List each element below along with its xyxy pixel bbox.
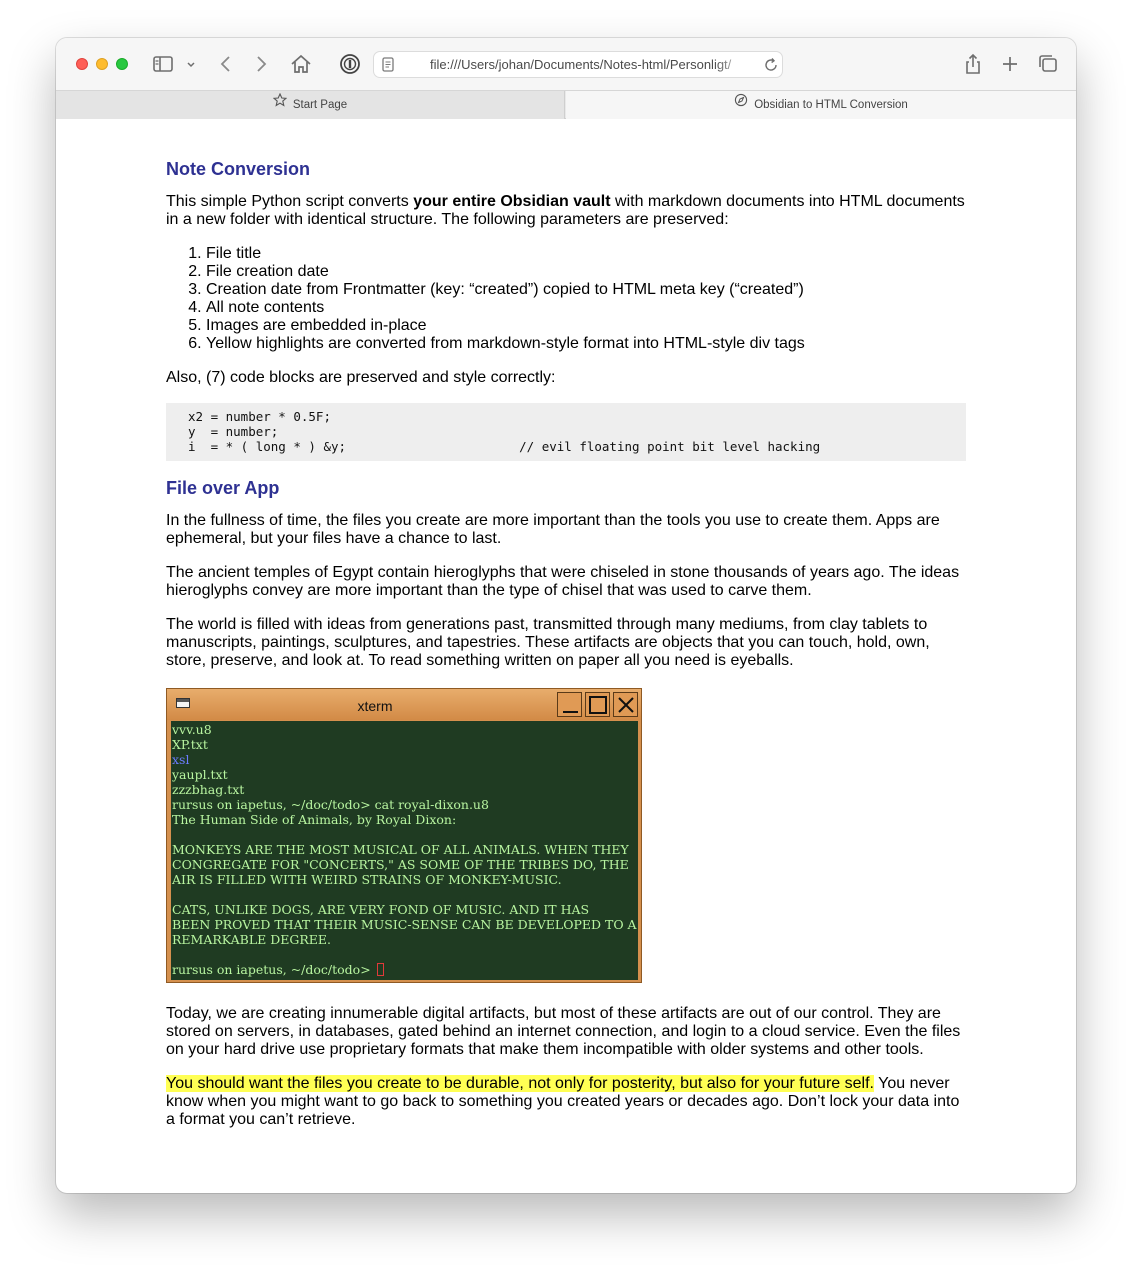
paragraph: The ancient temples of Egypt contain hie… — [166, 564, 960, 599]
reload-icon[interactable] — [763, 56, 779, 79]
final-paragraph: You should want the files you create to … — [166, 1075, 960, 1128]
chevron-down-icon[interactable] — [184, 52, 198, 76]
xterm-titlebar: xterm — [167, 689, 641, 720]
xterm-terminal-output: vvv.u8 XP.txt xsl yaupl.txt zzzbhag.txt rursu… — [171, 721, 638, 980]
terminal-line: zzzbhag.txt — [172, 782, 245, 797]
intro-bold: your entire Obsidian vault — [413, 193, 611, 210]
intro-paragraph: This simple Python script converts your … — [166, 193, 965, 228]
list-item: File title — [206, 245, 966, 263]
terminal-prompt-line: rursus on iapetus, ~/doc/todo> — [172, 962, 638, 977]
page-content: Note Conversion This simple Python scrip… — [166, 119, 966, 1129]
compass-icon — [734, 90, 748, 118]
terminal-line: XP.txt — [172, 737, 208, 752]
xterm-title: xterm — [357, 698, 393, 714]
maximize-icon — [585, 692, 610, 717]
tab-overview-icon[interactable] — [1036, 52, 1060, 76]
xterm-screenshot: xterm vvv.u8 XP.txt xsl yaupl.txt zzzbhag.tx… — [166, 688, 642, 983]
list-item: All note contents — [206, 299, 966, 317]
terminal-line: MONKEYS ARE THE MOST MUSICAL OF ALL ANIM… — [172, 842, 629, 857]
tab-label: Start Page — [292, 99, 348, 112]
tab-start-page[interactable]: Start Page — [56, 91, 565, 119]
terminal-line: xsl — [172, 752, 190, 767]
forward-icon[interactable] — [251, 52, 271, 76]
home-icon[interactable] — [289, 52, 313, 76]
back-icon[interactable] — [216, 52, 236, 76]
list-item: Images are embedded in-place — [206, 317, 966, 335]
minimize-icon — [557, 692, 582, 717]
url-text: file:///Users/johan/Documents/Notes-html… — [430, 57, 732, 72]
password-icon[interactable] — [338, 52, 362, 76]
address-bar[interactable]: file:///Users/johan/Documents/Notes-html… — [373, 51, 783, 78]
list-item: Creation date from Frontmatter (key: “cr… — [206, 281, 966, 299]
code-block: x2 = number * 0.5F; y = number; i = * ( lo… — [166, 403, 966, 461]
heading-note-conversion: Note Conversion — [166, 159, 311, 179]
terminal-line: AIR IS FILLED WITH WEIRD STRAINS OF MONK… — [172, 872, 562, 887]
star-icon — [272, 90, 288, 118]
paragraph: In the fullness of time, the files you c… — [166, 512, 940, 547]
paragraph: The world is filled with ideas from gene… — [166, 616, 930, 669]
code-intro-paragraph: Also, (7) code blocks are preserved and … — [166, 369, 556, 386]
tab-label: Obsidian to HTML Conversion — [754, 99, 908, 112]
tab-obsidian-conversion[interactable]: Obsidian to HTML Conversion — [566, 91, 1076, 119]
terminal-line: The Human Side of Animals, by Royal Dixo… — [172, 812, 457, 827]
highlighted-text: You should want the files you create to … — [166, 1075, 874, 1092]
terminal-line: rursus on iapetus, ~/doc/todo> cat royal… — [172, 797, 489, 812]
zoom-window-button[interactable] — [116, 58, 128, 70]
tab-bar: Start Page Obsidian to HTML Conversion — [56, 90, 1076, 119]
heading-file-over-app: File over App — [166, 478, 280, 498]
browser-toolbar: file:///Users/johan/Documents/Notes-html… — [56, 38, 1076, 90]
new-tab-icon[interactable] — [998, 52, 1022, 76]
terminal-line: yaupl.txt — [172, 767, 228, 782]
sidebar-icon[interactable] — [152, 52, 176, 76]
terminal-cursor — [376, 963, 384, 976]
browser-window: file:///Users/johan/Documents/Notes-html… — [56, 38, 1076, 1193]
close-window-button[interactable] — [76, 58, 88, 70]
minimize-window-button[interactable] — [96, 58, 108, 70]
code-line: i = * ( long * ) &y; // evil floating po… — [188, 439, 821, 454]
terminal-line: REMARKABLE DEGREE. — [172, 932, 331, 947]
share-icon[interactable] — [961, 52, 985, 76]
terminal-line: BEEN PROVED THAT THEIR MUSIC-SENSE CAN B… — [172, 917, 637, 932]
preserved-parameters-list: File title File creation date Creation d… — [166, 245, 966, 353]
terminal-prompt: rursus on iapetus, ~/doc/todo> — [172, 962, 375, 977]
page-icon — [381, 56, 395, 79]
code-line: y = number; — [188, 424, 279, 439]
paragraph: Today, we are creating innumerable digit… — [166, 1005, 961, 1058]
close-icon — [613, 692, 638, 717]
list-item: File creation date — [206, 263, 966, 281]
terminal-line: vvv.u8 — [172, 722, 212, 737]
terminal-line: CONGREGATE FOR "CONCERTS," AS SOME OF TH… — [172, 857, 629, 872]
list-item: Yellow highlights are converted from mar… — [206, 335, 966, 353]
terminal-line: CATS, UNLIKE DOGS, ARE VERY FOND OF MUSI… — [172, 902, 590, 917]
code-line: x2 = number * 0.5F; — [188, 409, 331, 424]
